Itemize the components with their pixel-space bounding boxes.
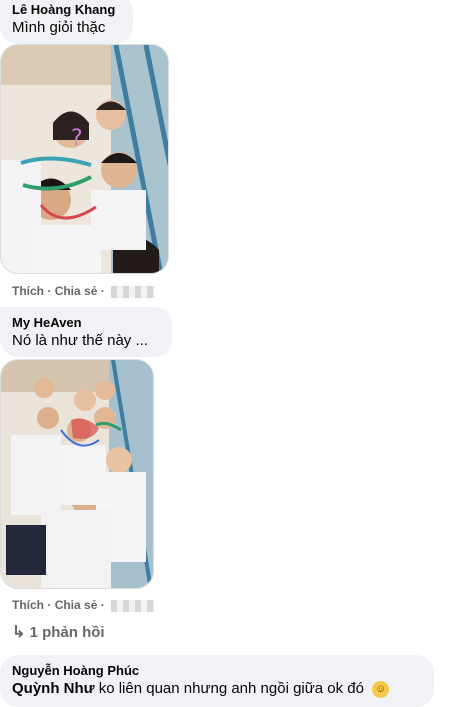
comment-author[interactable]: Lê Hoàng Khang (12, 2, 121, 18)
comment-actions: Thích · Chia sẻ · (12, 284, 156, 298)
like-link[interactable]: Thích (12, 598, 44, 612)
comment-author[interactable]: My HeAven (12, 315, 160, 331)
smiling-face-icon: ☺ (372, 680, 390, 698)
replies-count: 1 phản hồi (29, 624, 105, 641)
comment-body: ko liên quan nhưng anh ngồi giữa ok đó (98, 680, 364, 697)
comment-bubble: Nguyễn Hoàng Phúc Quỳnh Như ko liên quan… (0, 655, 434, 707)
comment-photo[interactable] (0, 359, 154, 589)
group-photo-image (1, 360, 153, 588)
mention-link[interactable]: Quỳnh Như (12, 680, 95, 697)
share-link[interactable]: Chia sẻ (55, 598, 98, 612)
comment-text: Nó là như thế này ... (12, 332, 148, 349)
separator: · (47, 598, 52, 612)
separator: · (100, 598, 105, 612)
share-link[interactable]: Chia sẻ (55, 284, 98, 298)
comment-author[interactable]: Nguyễn Hoàng Phúc (12, 663, 422, 679)
comment-text: Mình giỏi thặc (12, 19, 106, 36)
comment-text: Quỳnh Như ko liên quan nhưng anh ngồi gi… (12, 679, 422, 699)
comment-photo[interactable]: ? (0, 44, 169, 274)
like-link[interactable]: Thích (12, 284, 44, 298)
comment-bubble: Lê Hoàng Khang Mình giỏi thặc (0, 0, 133, 44)
blurred-timestamp (111, 599, 156, 612)
separator: · (100, 284, 105, 298)
svg-text:?: ? (71, 126, 83, 151)
separator: · (47, 284, 52, 298)
comment-bubble: My HeAven Nó là như thế này ... (0, 307, 172, 357)
group-photo-image: ? (1, 45, 168, 273)
reply-arrow-icon: ↳ (12, 624, 26, 641)
comment-actions: Thích · Chia sẻ · (12, 598, 156, 612)
blurred-timestamp (111, 285, 156, 298)
view-replies-link[interactable]: ↳ 1 phản hồi (12, 622, 105, 642)
